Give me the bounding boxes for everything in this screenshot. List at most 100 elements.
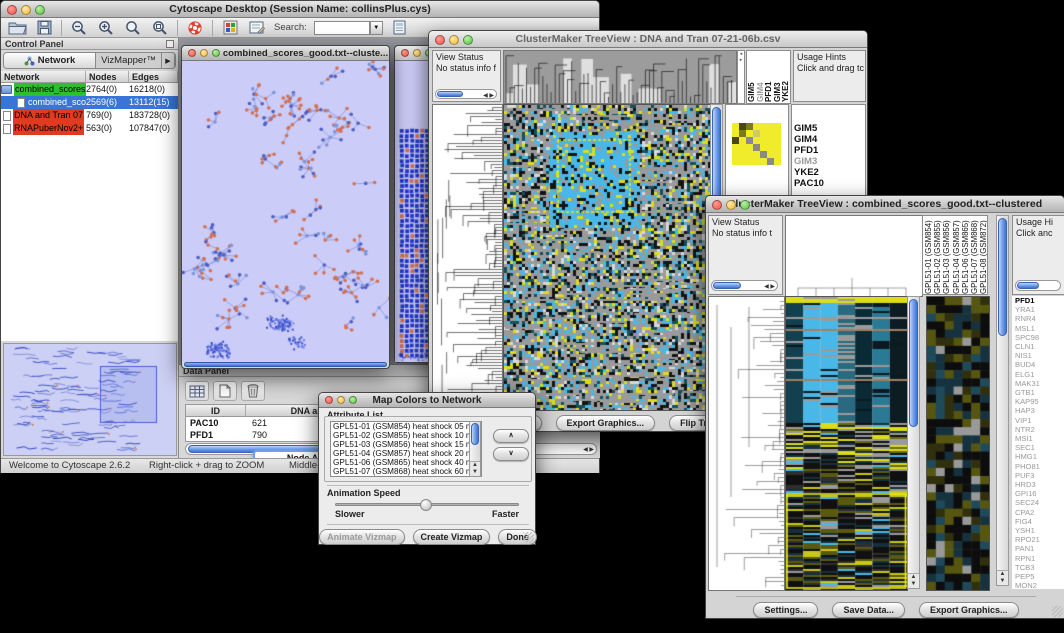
network-canvas-1[interactable] [182,61,389,362]
tv2-status-hscrollbar[interactable]: ◀ ▶ [711,280,778,291]
close-button[interactable] [7,5,17,15]
hscroll-arrows[interactable]: ◀ ▶ [583,445,594,455]
tv2-column-label[interactable]: GPL51-07 (GSM868) [970,216,979,294]
gene-label[interactable]: PFD1 [1015,296,1064,305]
network1-bottom-scrollbar[interactable] [184,362,387,367]
treeview2-title-bar[interactable]: ClusterMaker TreeView : combined_scores_… [706,196,1064,213]
tv1-action-button[interactable]: Export Graphics... [556,415,656,431]
matrix-cell[interactable] [753,144,760,151]
tv2-heatmap[interactable] [785,296,908,591]
gene-label[interactable]: PHO81 [1015,462,1064,471]
move-down-button[interactable]: ∨ [493,447,529,461]
tab-vizmapper[interactable]: VizMapper™ [96,53,162,68]
tv2-column-label[interactable]: GPL51-04 (GSM857) [952,216,961,294]
matrix-cell[interactable] [753,130,760,137]
gene-label[interactable]: YSH1 [1015,526,1064,535]
matrix-cell[interactable] [767,158,774,165]
matrix-cell[interactable] [732,144,739,151]
table-row[interactable]: DNA and Tran 07 769(0) 183728(0) [1,109,178,122]
gene-label[interactable]: CPA2 [1015,508,1064,517]
gene-label[interactable]: HAP3 [1015,406,1064,415]
gene-label[interactable]: HMG1 [1015,452,1064,461]
matrix-cell[interactable] [767,130,774,137]
tv2-usage-hscrollbar[interactable] [1015,280,1061,291]
treeview1-title-bar[interactable]: ClusterMaker TreeView : DNA and Tran 07-… [429,31,867,48]
network-overview[interactable] [3,343,177,456]
gene-label[interactable]: SEC24 [1015,498,1064,507]
tv1-heatmap[interactable] [503,104,711,411]
matrix-cell[interactable] [774,137,781,144]
matrix-cell[interactable] [753,123,760,130]
tv2-action-button[interactable]: Export Graphics... [919,602,1019,618]
tab-more[interactable]: ▶ [162,53,175,68]
tv2-column-label[interactable]: GPL51-03 (GSM856) [942,216,951,294]
attribute-list-item[interactable]: GPL51-04 (GSM857) heat shock 20 min [333,449,481,458]
attribute-list-vscrollbar[interactable]: ▲▼ [469,421,481,477]
gene-label[interactable]: RPN1 [1015,554,1064,563]
attribute-list-item[interactable]: GPL51-02 (GSM855) heat shock 10 min [333,431,481,440]
matrix-cell[interactable] [767,144,774,151]
tv1-row-label[interactable]: GIM4 [794,134,865,145]
matrix-cell[interactable] [732,158,739,165]
zoom-button[interactable] [463,35,473,45]
gene-label[interactable]: PUF3 [1015,471,1064,480]
tv1-row-label[interactable]: PAC10 [794,178,865,189]
attribute-list-item[interactable]: GPL51-06 (GSM865) heat shock 40 min [333,458,481,467]
close-button[interactable] [401,49,409,57]
tv1-row-label[interactable]: GIM5 [794,123,865,134]
gene-label[interactable]: MON2 [1015,581,1064,589]
zoom-button[interactable] [740,200,750,210]
minimize-button[interactable] [21,5,31,15]
tv2-column-label[interactable]: GPL51-01 (GSM854) [924,216,933,294]
matrix-cell[interactable] [760,151,767,158]
matrix-cell[interactable] [746,144,753,151]
matrix-cell[interactable] [746,158,753,165]
gene-label[interactable]: CLN1 [1015,342,1064,351]
zoom-actual-icon[interactable] [123,19,143,37]
gene-label[interactable]: BUD4 [1015,360,1064,369]
tv2-action-button[interactable]: Settings... [753,602,818,618]
gene-label[interactable]: NIS1 [1015,351,1064,360]
animation-speed-slider[interactable] [335,503,519,506]
gene-label[interactable]: VIP1 [1015,416,1064,425]
gene-label[interactable]: ELG1 [1015,370,1064,379]
matrix-cell[interactable] [774,158,781,165]
tv2-column-label[interactable]: GPL51-06 (GSM865) [961,216,970,294]
gene-label[interactable]: MSI1 [1015,434,1064,443]
zoom-button[interactable] [35,5,45,15]
gene-label[interactable]: GTB1 [1015,388,1064,397]
gene-label[interactable]: SEC1 [1015,443,1064,452]
gene-label[interactable]: HRD3 [1015,480,1064,489]
network-overview-canvas[interactable] [4,344,176,455]
help-lifesaver-icon[interactable] [185,19,205,37]
matrix-cell[interactable] [774,151,781,158]
save-button[interactable] [34,19,54,37]
gene-label[interactable]: PEP5 [1015,572,1064,581]
minimize-button[interactable] [726,200,736,210]
zoom-button[interactable] [212,49,220,57]
minimize-button[interactable] [200,49,208,57]
id-column-header[interactable]: ID [186,405,246,417]
gene-label[interactable]: KAP95 [1015,397,1064,406]
vizmap-icon[interactable] [220,19,240,37]
matrix-cell[interactable] [753,151,760,158]
matrix-cell[interactable] [760,137,767,144]
matrix-cell[interactable] [732,137,739,144]
tv1-column-dendrogram[interactable] [503,50,737,104]
matrix-cell[interactable] [739,151,746,158]
matrix-cell[interactable] [774,130,781,137]
matrix-cell[interactable] [760,158,767,165]
gene-label[interactable]: YRA1 [1015,305,1064,314]
matrix-cell[interactable] [739,130,746,137]
search-dropdown-button[interactable]: ▼ [370,21,383,35]
annotation-icon[interactable] [247,19,267,37]
tv2-right-vscrollbar[interactable]: ▲▼ [996,215,1009,586]
minimize-button[interactable] [449,35,459,45]
minimize-button[interactable] [337,396,345,404]
tv1-row-dendrogram[interactable] [432,104,503,411]
matrix-cell[interactable] [746,151,753,158]
matrix-cell[interactable] [739,137,746,144]
matrix-cell[interactable] [767,151,774,158]
tv1-zoom-matrix[interactable] [732,123,781,165]
matrix-cell[interactable] [746,130,753,137]
